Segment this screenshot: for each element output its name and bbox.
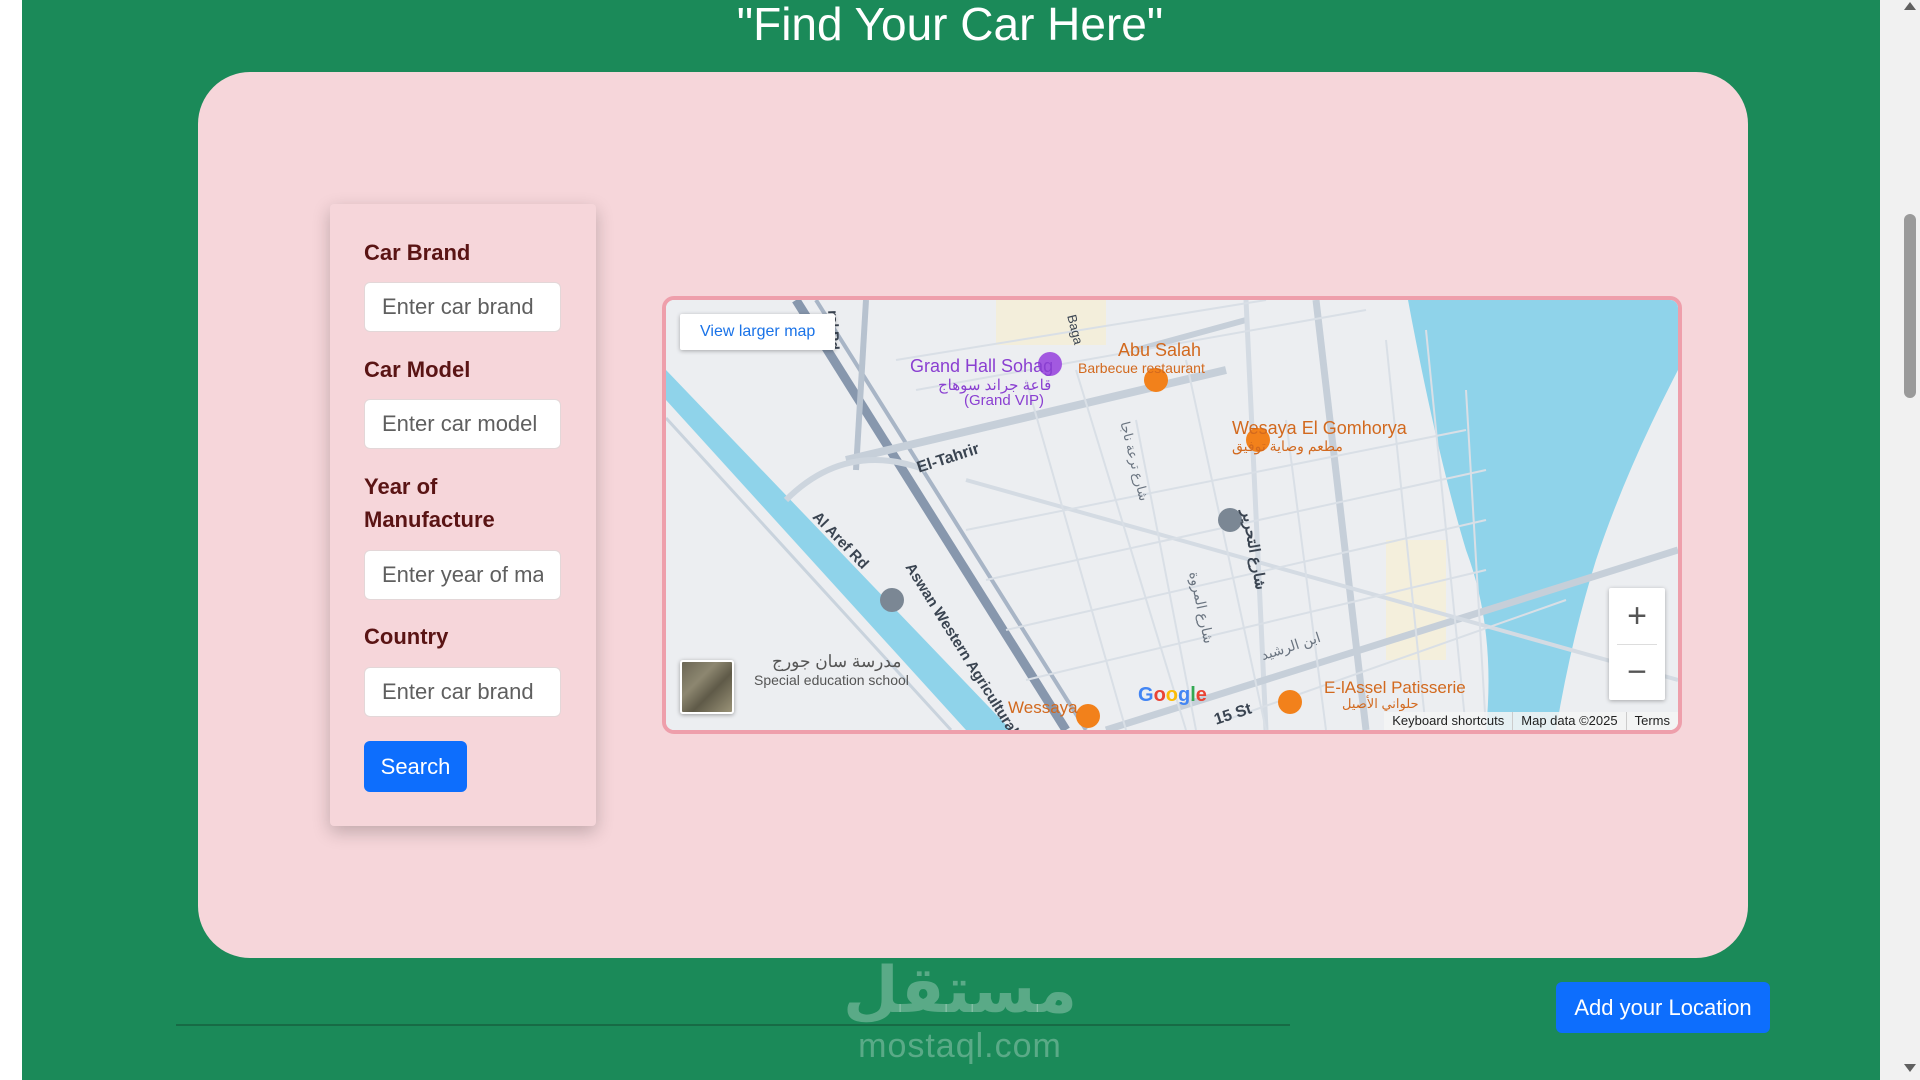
page-scrollbar[interactable] — [1880, 0, 1920, 1080]
page-title: "Find Your Car Here" — [736, 0, 1164, 50]
scroll-up-arrow-icon[interactable] — [1904, 2, 1916, 10]
zoom-out-button[interactable]: − — [1609, 644, 1665, 700]
place-wessaya[interactable]: Wessaya — [1008, 698, 1078, 718]
keyboard-shortcuts-link[interactable]: Keyboard shortcuts — [1384, 712, 1512, 730]
place-school-arabic: مدرسة سان جورج — [772, 652, 902, 671]
place-abu-salah[interactable]: Abu Salah — [1118, 340, 1201, 361]
map-data-text: Map data ©2025 — [1512, 712, 1625, 730]
zoom-controls: + − — [1609, 588, 1665, 700]
terms-link[interactable]: Terms — [1625, 712, 1678, 730]
place-abu-salah-sub: Barbecue restaurant — [1078, 360, 1205, 376]
map-attribution: Keyboard shortcuts Map data ©2025 Terms — [1384, 712, 1678, 730]
google-logo: Google — [1138, 684, 1207, 706]
car-brand-label: Car Brand — [364, 240, 471, 265]
place-wesaya-arabic: مطعم وصاية توفيق — [1232, 438, 1343, 454]
watermark-arabic: مستقل — [842, 954, 1078, 1028]
footer-divider — [176, 1024, 1290, 1026]
year-input[interactable] — [364, 550, 561, 600]
place-grand-hall[interactable]: Grand Hall Sohag — [910, 356, 1053, 377]
year-of-manufacture-label: Year of Manufacture — [364, 474, 495, 532]
search-button[interactable]: Search — [364, 741, 467, 792]
satellite-toggle-thumbnail[interactable] — [680, 660, 734, 714]
zoom-in-button[interactable]: + — [1609, 588, 1665, 644]
place-patisserie-arabic: حلواني الأصيل — [1342, 696, 1419, 711]
mostaql-watermark: مستقل mostaql.com — [840, 956, 1080, 1066]
add-location-button[interactable]: Add your Location — [1556, 982, 1770, 1033]
car-brand-input[interactable] — [364, 282, 561, 332]
watermark-domain: mostaql.com — [858, 1027, 1062, 1065]
place-school[interactable]: Special education school — [754, 672, 909, 688]
embedded-map[interactable]: Grand Hall Sohag قاعة جراند سوهاج (Grand… — [662, 296, 1682, 734]
place-patisserie[interactable]: E-lAssel Patisserie — [1324, 678, 1466, 698]
car-model-input[interactable] — [364, 399, 561, 449]
scrollbar-thumb[interactable] — [1904, 214, 1916, 398]
scroll-down-arrow-icon[interactable] — [1904, 1064, 1916, 1072]
car-search-form: Car Brand Car Model Year of Manufacture … — [330, 204, 596, 826]
country-input[interactable] — [364, 667, 561, 717]
country-label: Country — [364, 624, 449, 649]
car-model-label: Car Model — [364, 357, 471, 382]
view-larger-map-link[interactable]: View larger map — [680, 314, 836, 350]
place-grand-hall-sub: (Grand VIP) — [964, 392, 1045, 409]
place-wesaya[interactable]: Wesaya El Gomhorya — [1232, 418, 1407, 439]
